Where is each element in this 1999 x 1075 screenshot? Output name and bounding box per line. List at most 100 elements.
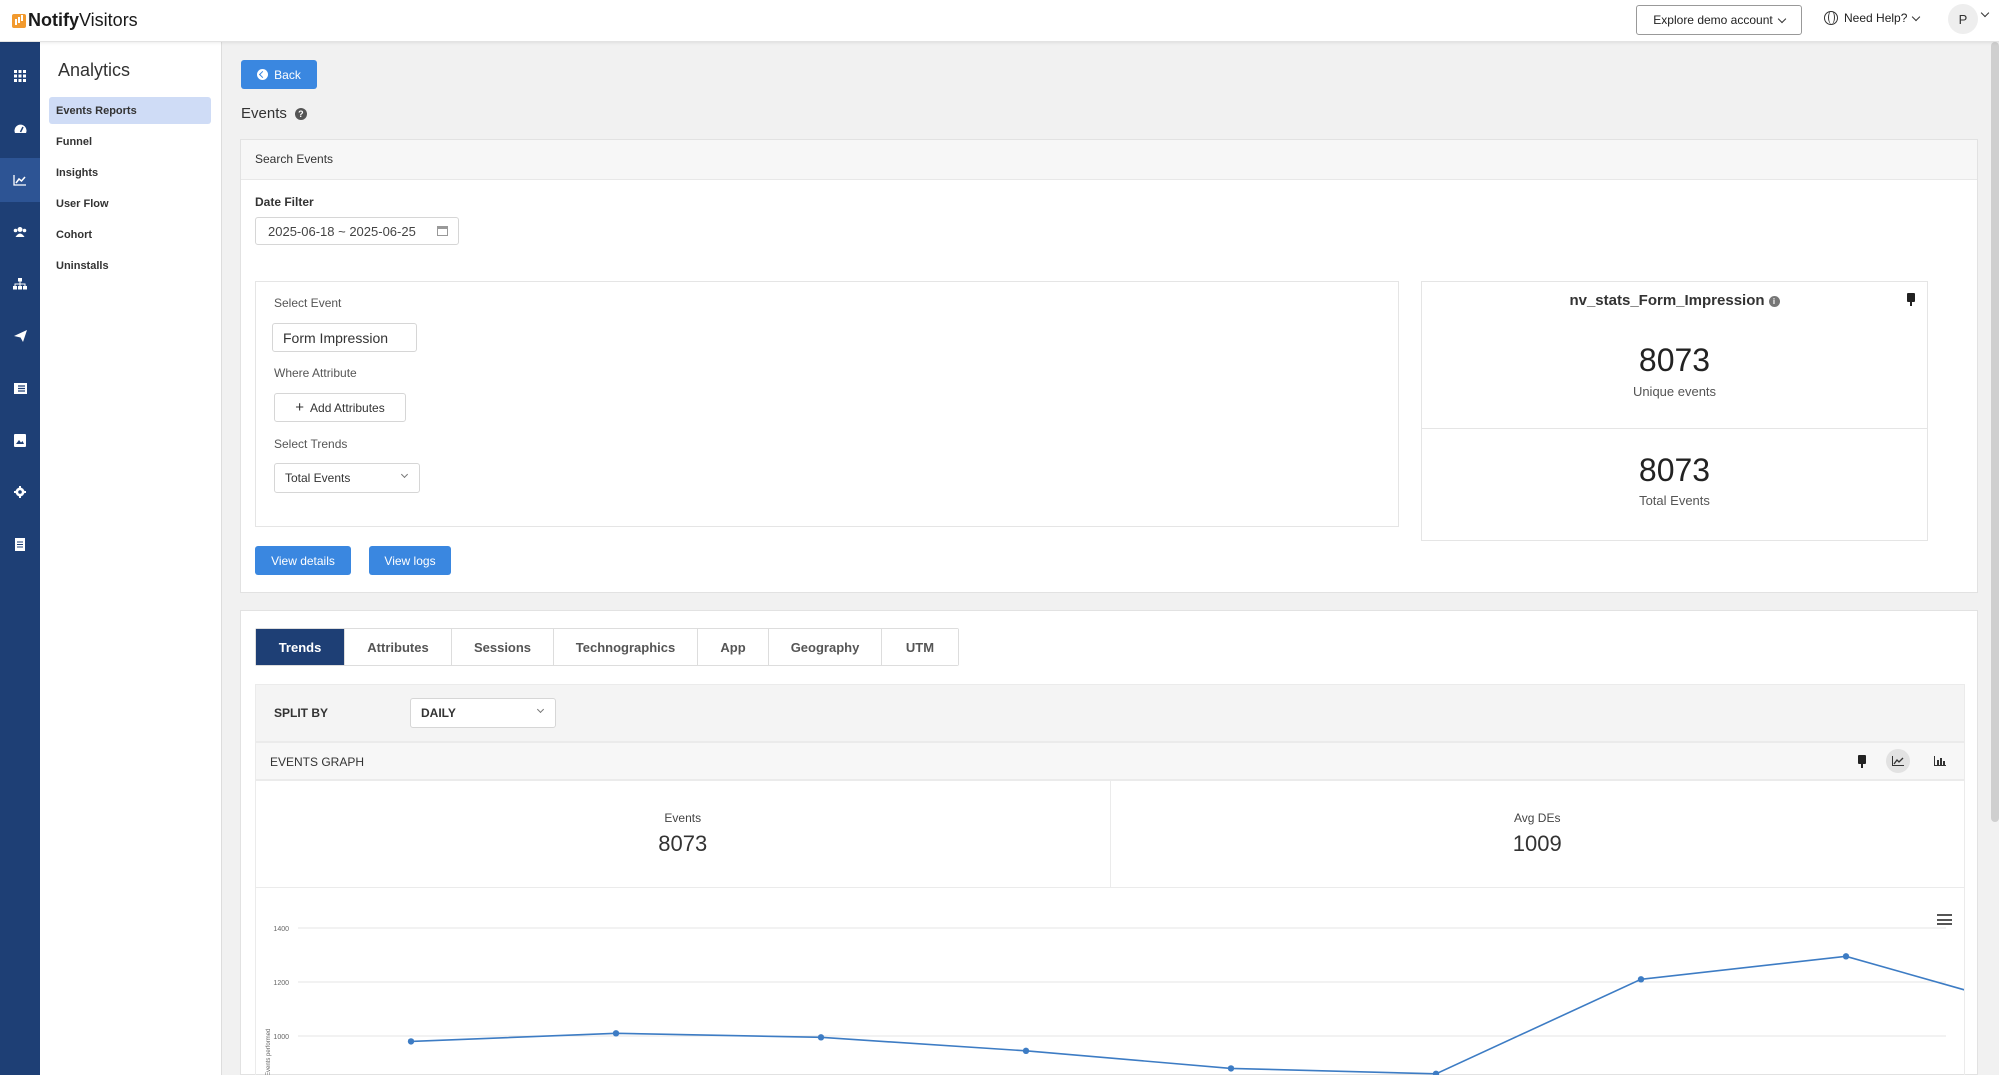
add-attributes-label: Add Attributes — [310, 400, 385, 415]
stat-event-name: nv_stats_Form_Impression — [1569, 292, 1765, 309]
search-events-card: Search Events Date Filter 2025-06-18 ~ 2… — [240, 139, 1978, 593]
subnav-item-uninstalls[interactable]: Uninstalls — [49, 252, 211, 279]
calendar-icon — [437, 226, 448, 236]
summary-events-value: 8073 — [658, 831, 708, 856]
report-tabs-card: Trends Attributes Sessions Technographic… — [240, 610, 1999, 1075]
back-label: Back — [274, 67, 301, 82]
summary-avg-label: Avg DEs — [1514, 811, 1561, 825]
rail-settings[interactable] — [0, 470, 40, 514]
rail-apps[interactable] — [0, 54, 40, 98]
bar-chart-icon — [1934, 756, 1946, 766]
view-details-button[interactable]: View details — [255, 546, 351, 575]
event-stats-card: nv_stats_Form_Impression i 8073 Unique ev… — [1421, 281, 1928, 541]
chevron-down-icon — [1912, 12, 1921, 21]
explore-demo-label: Explore demo account — [1653, 13, 1773, 27]
rail-sitemap[interactable] — [0, 262, 40, 306]
settings-icon — [14, 486, 26, 498]
subnav-item-cohort[interactable]: Cohort — [49, 221, 211, 248]
user-avatar[interactable]: P — [1948, 4, 1978, 34]
select-event-label: Select Event — [274, 296, 342, 310]
tab-trends[interactable]: Trends — [256, 629, 345, 665]
subnav-item-user-flow[interactable]: User Flow — [49, 190, 211, 217]
events-line-chart: 1000 1200 1400 Events performed — [255, 888, 1999, 1075]
y-axis-label: Events performed — [266, 1029, 272, 1075]
chevron-down-icon — [536, 705, 545, 714]
date-range-input[interactable]: 2025-06-18 ~ 2025-06-25 — [255, 217, 459, 245]
need-help-menu[interactable]: Need Help? — [1824, 11, 1921, 25]
tab-sessions[interactable]: Sessions — [452, 629, 554, 665]
document-icon — [15, 537, 25, 551]
stat-event-title: nv_stats_Form_Impression i — [1422, 292, 1927, 309]
split-by-dropdown[interactable]: DAILY — [410, 698, 556, 728]
stat-divider — [1422, 428, 1927, 429]
plus-icon: + — [295, 399, 305, 416]
back-button[interactable]: Back — [241, 60, 317, 89]
apps-icon — [14, 70, 26, 82]
select-event-input[interactable]: Form Impression — [272, 323, 417, 352]
split-by-row: SPLIT BY DAILY — [255, 684, 1965, 742]
data-point[interactable] — [1637, 976, 1645, 983]
search-events-header: Search Events — [241, 140, 1977, 180]
rail-users[interactable] — [0, 210, 40, 254]
rail-document[interactable] — [0, 522, 40, 566]
date-range-value: 2025-06-18 ~ 2025-06-25 — [268, 224, 416, 239]
data-point[interactable] — [1227, 1065, 1235, 1072]
top-bar: Notify Visitors Explore demo account Need… — [0, 0, 1999, 42]
tab-app[interactable]: App — [698, 629, 769, 665]
tab-attributes[interactable]: Attributes — [345, 629, 452, 665]
brand-name-light: Visitors — [79, 10, 138, 30]
rail-image[interactable] — [0, 418, 40, 462]
data-point[interactable] — [1022, 1047, 1030, 1055]
data-point[interactable] — [407, 1038, 415, 1045]
users-icon — [13, 227, 27, 237]
chart-menu-icon[interactable] — [1937, 914, 1952, 925]
dashboard-icon — [14, 124, 26, 133]
info-icon[interactable]: i — [1768, 295, 1780, 307]
y-tick-label: 1200 — [273, 980, 289, 987]
events-graph-header: EVENTS GRAPH — [255, 742, 1965, 780]
sitemap-icon — [13, 278, 27, 290]
summary-events-label: Events — [664, 811, 702, 825]
help-question-icon[interactable]: ? — [294, 107, 307, 120]
rail-dashboard[interactable] — [0, 106, 40, 150]
unique-events-value: 8073 — [1638, 342, 1711, 378]
rail-analytics[interactable] — [0, 158, 40, 202]
chevron-down-icon[interactable] — [1980, 8, 1990, 18]
explore-demo-account-button[interactable]: Explore demo account — [1636, 5, 1802, 35]
data-point[interactable] — [1432, 1070, 1440, 1075]
data-point[interactable] — [817, 1034, 825, 1041]
subnav-item-events-reports[interactable]: Events Reports — [49, 97, 211, 124]
data-point[interactable] — [612, 1030, 620, 1037]
image-icon — [14, 433, 26, 447]
tab-technographics[interactable]: Technographics — [554, 629, 698, 665]
rail-send[interactable] — [0, 314, 40, 358]
add-attributes-button[interactable]: + Add Attributes — [274, 393, 406, 422]
subnav-item-insights[interactable]: Insights — [49, 159, 211, 186]
chart-svg: 1000 1200 1400 Events performed — [266, 926, 1999, 1075]
chevron-down-icon — [1777, 14, 1786, 23]
total-events-label: Total Events — [1639, 493, 1710, 508]
date-filter-label: Date Filter — [255, 195, 314, 209]
bar-chart-toggle[interactable] — [1928, 749, 1952, 773]
rail-list[interactable] — [0, 366, 40, 410]
analytics-icon — [13, 175, 26, 186]
data-point[interactable] — [1842, 953, 1850, 960]
pin-icon[interactable] — [1907, 293, 1915, 306]
tab-utm[interactable]: UTM — [882, 629, 958, 665]
need-help-label: Need Help? — [1844, 11, 1908, 25]
view-logs-button[interactable]: View logs — [369, 546, 451, 575]
subnav-item-funnel[interactable]: Funnel — [49, 128, 211, 155]
series-line — [410, 955, 1999, 1075]
summary-avg: Avg DEs 1009 — [1111, 781, 1965, 887]
select-trends-value: Total Events — [285, 471, 351, 485]
chevron-down-icon — [400, 470, 409, 479]
events-graph-label: EVENTS GRAPH — [270, 755, 365, 769]
select-trends-dropdown[interactable]: Total Events — [274, 463, 420, 493]
tab-geography[interactable]: Geography — [769, 629, 882, 665]
line-chart-toggle[interactable] — [1886, 749, 1910, 773]
page-scrollbar[interactable] — [1991, 42, 1999, 822]
pin-icon[interactable] — [1858, 755, 1866, 768]
brand-logo[interactable]: Notify Visitors — [12, 10, 138, 31]
y-tick-label: 1400 — [273, 926, 289, 933]
send-icon — [13, 330, 27, 342]
